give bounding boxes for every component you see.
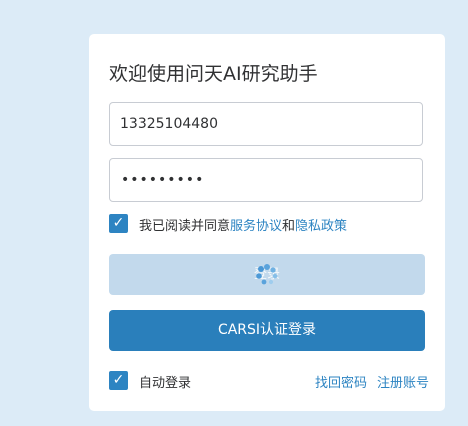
agreement-conjunction: 和 <box>282 219 296 234</box>
password-input[interactable]: ••••••••• <box>121 172 204 188</box>
auto-login-checkbox[interactable]: ✓ <box>109 371 128 390</box>
password-field-wrapper[interactable]: ••••••••• <box>109 158 423 202</box>
service-agreement-link[interactable]: 服务协议 <box>230 219 282 234</box>
footer-row: ✓ 自动登录 找回密码 注册账号 <box>109 371 429 391</box>
auto-login-label: 自动登录 <box>139 376 192 391</box>
checkmark-icon: ✓ <box>112 215 125 231</box>
phone-field-wrapper[interactable] <box>109 102 423 146</box>
agreement-row: ✓ 我已阅读并同意服务协议和隐私政策 <box>109 214 429 234</box>
footer-links: 找回密码 注册账号 <box>315 372 429 391</box>
register-account-link[interactable]: 注册账号 <box>377 376 429 391</box>
checkmark-icon: ✓ <box>112 372 125 388</box>
agreement-prefix: 我已阅读并同意 <box>139 219 231 234</box>
login-button[interactable]: 登录 <box>109 254 425 295</box>
carsi-login-button[interactable]: CARSI认证登录 <box>109 310 425 351</box>
privacy-policy-link[interactable]: 隐私政策 <box>295 219 347 234</box>
retrieve-password-link[interactable]: 找回密码 <box>315 376 367 391</box>
agreement-checkbox[interactable]: ✓ <box>109 214 128 233</box>
loading-spinner-icon <box>256 264 278 285</box>
login-card: 欢迎使用问天AI研究助手 ••••••••• ✓ 我已阅读并同意服务协议和隐私政… <box>89 34 445 411</box>
agreement-text: 我已阅读并同意服务协议和隐私政策 <box>139 215 347 234</box>
page-title: 欢迎使用问天AI研究助手 <box>109 63 318 85</box>
phone-input[interactable] <box>110 103 422 145</box>
